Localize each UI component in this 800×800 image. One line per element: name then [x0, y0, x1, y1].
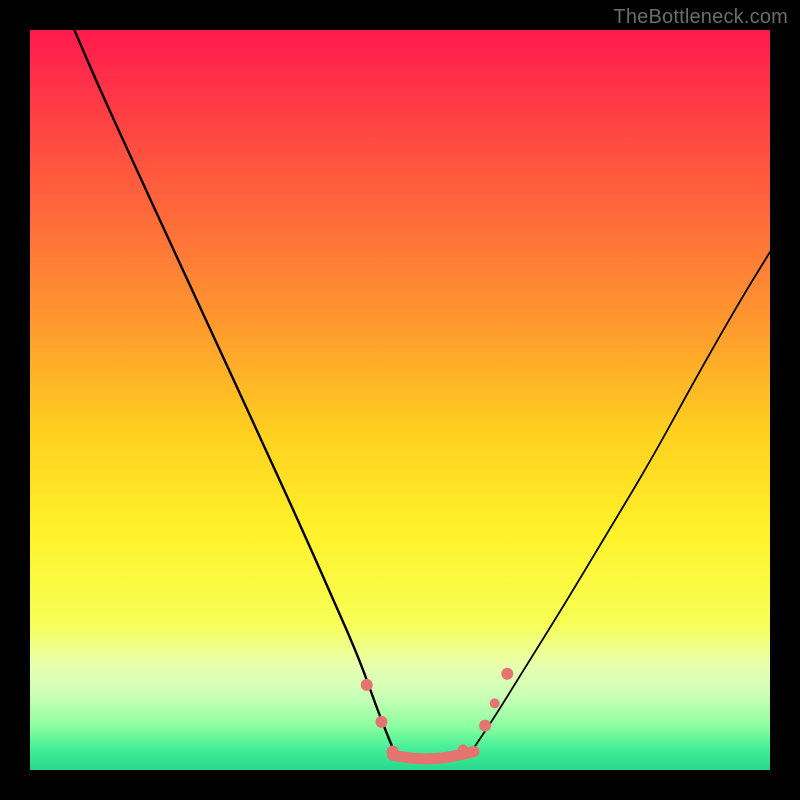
marker-0 — [361, 679, 373, 691]
chart-frame: TheBottleneck.com — [0, 0, 800, 800]
marker-5 — [490, 698, 500, 708]
plot-area — [30, 30, 770, 770]
marker-2 — [387, 746, 399, 758]
watermark-text: TheBottleneck.com — [613, 6, 788, 29]
marker-3 — [458, 744, 468, 754]
marker-6 — [501, 668, 513, 680]
chart-svg — [30, 30, 770, 770]
gradient-background — [30, 30, 770, 770]
marker-1 — [376, 716, 388, 728]
marker-4 — [479, 720, 491, 732]
